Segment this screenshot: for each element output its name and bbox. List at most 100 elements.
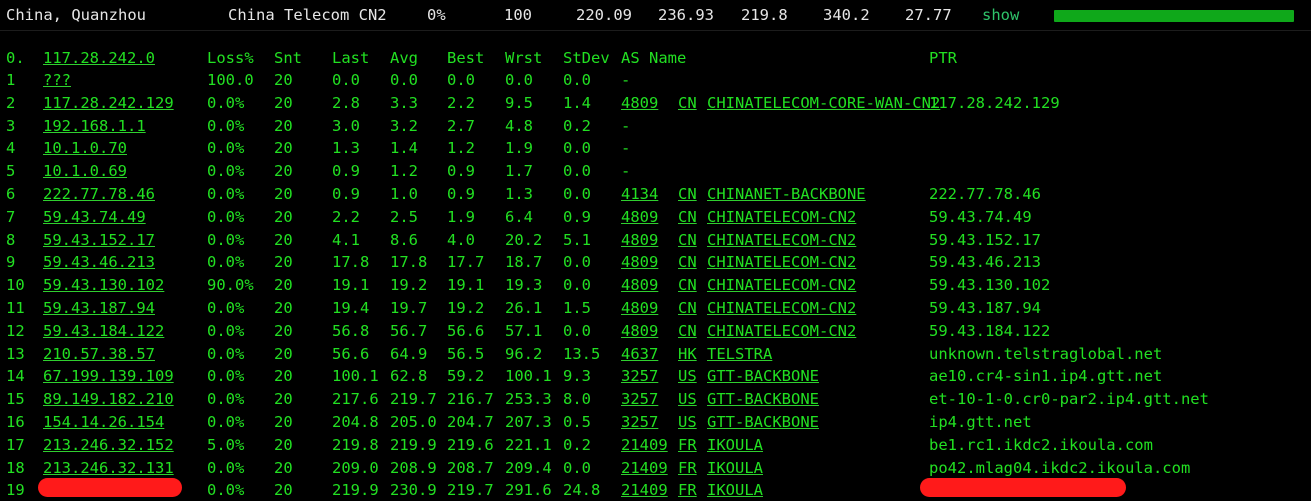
hop-row: 3 192.168.1.1 0.0% 20 3.0 3.2 2.7 4.8 0.2 - <box>0 115 1311 137</box>
hop-wrst: 20.2 <box>505 230 543 249</box>
hop-last: 3.0 <box>332 116 360 135</box>
hop-stdev: 0.0 <box>563 185 591 203</box>
hop-best: 0.9 <box>447 185 475 203</box>
hop-stdev: 1.4 <box>563 93 591 112</box>
hop-ip[interactable]: 210.57.38.57 <box>43 343 155 365</box>
hop-last: 100.1 <box>332 367 379 386</box>
hop-loss: 0.0% <box>207 139 245 158</box>
redacted-ip <box>38 478 182 497</box>
hop-row: 8 59.43.152.17 0.0% 20 4.1 8.6 4.0 20.2 5.1 4809 C… <box>0 229 1311 251</box>
hop-country: HK <box>678 344 697 363</box>
hop-wrst: 18.7 <box>505 253 543 272</box>
hop-ip[interactable]: 59.43.130.102 <box>43 274 164 296</box>
hop-avg: 19.7 <box>390 299 428 317</box>
hop-best: 59.2 <box>447 367 485 386</box>
hop-loss: 0.0% <box>207 321 245 340</box>
hop-stdev: 13.5 <box>563 344 601 363</box>
hop-best: 56.6 <box>447 321 485 340</box>
hop-wrst: 209.4 <box>505 458 552 477</box>
hop-last: 17.8 <box>332 253 370 272</box>
hop-avg: 230.9 <box>390 481 437 500</box>
hop-loss: 100.0 <box>207 71 254 89</box>
hop-country: CN <box>678 299 697 317</box>
hop-stdev: 8.0 <box>563 390 591 409</box>
masked-bar <box>1054 10 1294 22</box>
hop-avg: 208.9 <box>390 458 437 477</box>
summary-avg: 236.93 <box>658 6 714 24</box>
hop-best: 2.7 <box>447 116 475 135</box>
hop-number: 2 <box>6 93 16 112</box>
hop-stdev: 0.0 <box>563 162 591 181</box>
hop-ip[interactable]: 213.246.32.131 <box>43 457 174 479</box>
hop-ip[interactable]: 89.149.182.210 <box>43 388 174 410</box>
hop-avg: 62.8 <box>390 367 428 386</box>
hop-ip[interactable]: 59.43.187.94 <box>43 297 155 319</box>
hop-number: 11 <box>6 299 25 317</box>
col-target-ip[interactable]: 117.28.242.0 <box>43 47 155 69</box>
hop-number: 10 <box>6 276 25 295</box>
hop-last: 219.9 <box>332 481 379 500</box>
hop-snt: 20 <box>274 367 293 386</box>
hop-best: 219.6 <box>447 435 494 454</box>
hop-last: 19.4 <box>332 299 370 317</box>
hop-ip[interactable]: 192.168.1.1 <box>43 115 146 137</box>
hop-loss: 0.0% <box>207 367 245 386</box>
hop-ip[interactable]: 10.1.0.70 <box>43 137 127 159</box>
col-wrst: Wrst <box>505 49 543 67</box>
summary-bar: China, Quanzhou China Telecom CN2 0% 100… <box>0 0 1311 31</box>
hop-as-name: GTT-BACKBONE <box>707 367 819 386</box>
hop-country: FR <box>678 481 697 500</box>
hop-loss: 0.0% <box>207 93 245 112</box>
hop-snt: 20 <box>274 253 293 272</box>
hop-as-name: IKOULA <box>707 481 763 500</box>
hop-wrst: 4.8 <box>505 116 533 135</box>
hop-ip[interactable]: 117.28.242.129 <box>43 92 174 114</box>
hop-ip[interactable]: 67.199.139.109 <box>43 365 174 387</box>
hop-number: 13 <box>6 344 25 363</box>
hop-avg: 219.9 <box>390 435 437 454</box>
hop-best: 204.7 <box>447 413 494 431</box>
hop-loss: 5.0% <box>207 435 245 454</box>
hop-wrst: 9.5 <box>505 93 533 112</box>
hop-loss: 0.0% <box>207 413 245 431</box>
hop-best: 56.5 <box>447 344 485 363</box>
hop-snt: 20 <box>274 162 293 181</box>
hop-country: US <box>678 413 697 431</box>
hop-row: 13 210.57.38.57 0.0% 20 56.6 64.9 56.5 96.2 13.5… <box>0 343 1311 365</box>
hop-ip[interactable]: 59.43.152.17 <box>43 229 155 251</box>
hop-row: 2 117.28.242.129 0.0% 20 2.8 3.3 2.2 9.5 1.4 4809… <box>0 92 1311 114</box>
hop-ip[interactable]: 154.14.26.154 <box>43 411 164 433</box>
hop-ip[interactable]: 10.1.0.69 <box>43 160 127 182</box>
hop-snt: 20 <box>274 435 293 454</box>
hop-asn: 4809 <box>621 93 659 112</box>
hop-ptr: unknown.telstraglobal.net <box>929 344 1163 363</box>
hop-avg: 219.7 <box>390 390 437 409</box>
hop-ip[interactable]: 213.246.32.152 <box>43 434 174 456</box>
hop-avg: 17.8 <box>390 253 428 272</box>
hop-last: 2.2 <box>332 207 360 226</box>
summary-loss: 0% <box>427 6 446 24</box>
hop-best: 219.7 <box>447 481 494 500</box>
hop-row: 10 59.43.130.102 90.0% 20 19.1 19.2 19.1 19.3 0.… <box>0 274 1311 296</box>
show-link[interactable]: show <box>982 6 1019 24</box>
hop-wrst: 207.3 <box>505 413 552 431</box>
hop-as-name: CHINATELECOM-CN2 <box>707 299 857 317</box>
hop-snt: 20 <box>274 299 293 317</box>
hop-country: CN <box>678 207 697 226</box>
hop-asn: 4809 <box>621 321 659 340</box>
hop-stdev: 24.8 <box>563 481 601 500</box>
hop-wrst: 100.1 <box>505 367 552 386</box>
hop-asn: 3257 <box>621 413 659 431</box>
hop-ip[interactable]: 59.43.74.49 <box>43 206 146 228</box>
hop-ptr: 59.43.184.122 <box>929 321 1051 340</box>
hop-ip[interactable]: 59.43.46.213 <box>43 251 155 273</box>
hop-ip[interactable]: 222.77.78.46 <box>43 183 155 205</box>
hop-avg: 0.0 <box>390 71 418 89</box>
hop-last: 0.9 <box>332 185 360 203</box>
hop-best: 1.9 <box>447 207 475 226</box>
hop-ip[interactable]: ??? <box>43 69 71 91</box>
hop-stdev: 0.5 <box>563 413 591 431</box>
col-best: Best <box>447 49 485 67</box>
hop-ip[interactable]: 59.43.184.122 <box>43 320 164 342</box>
hop-country: US <box>678 390 697 409</box>
